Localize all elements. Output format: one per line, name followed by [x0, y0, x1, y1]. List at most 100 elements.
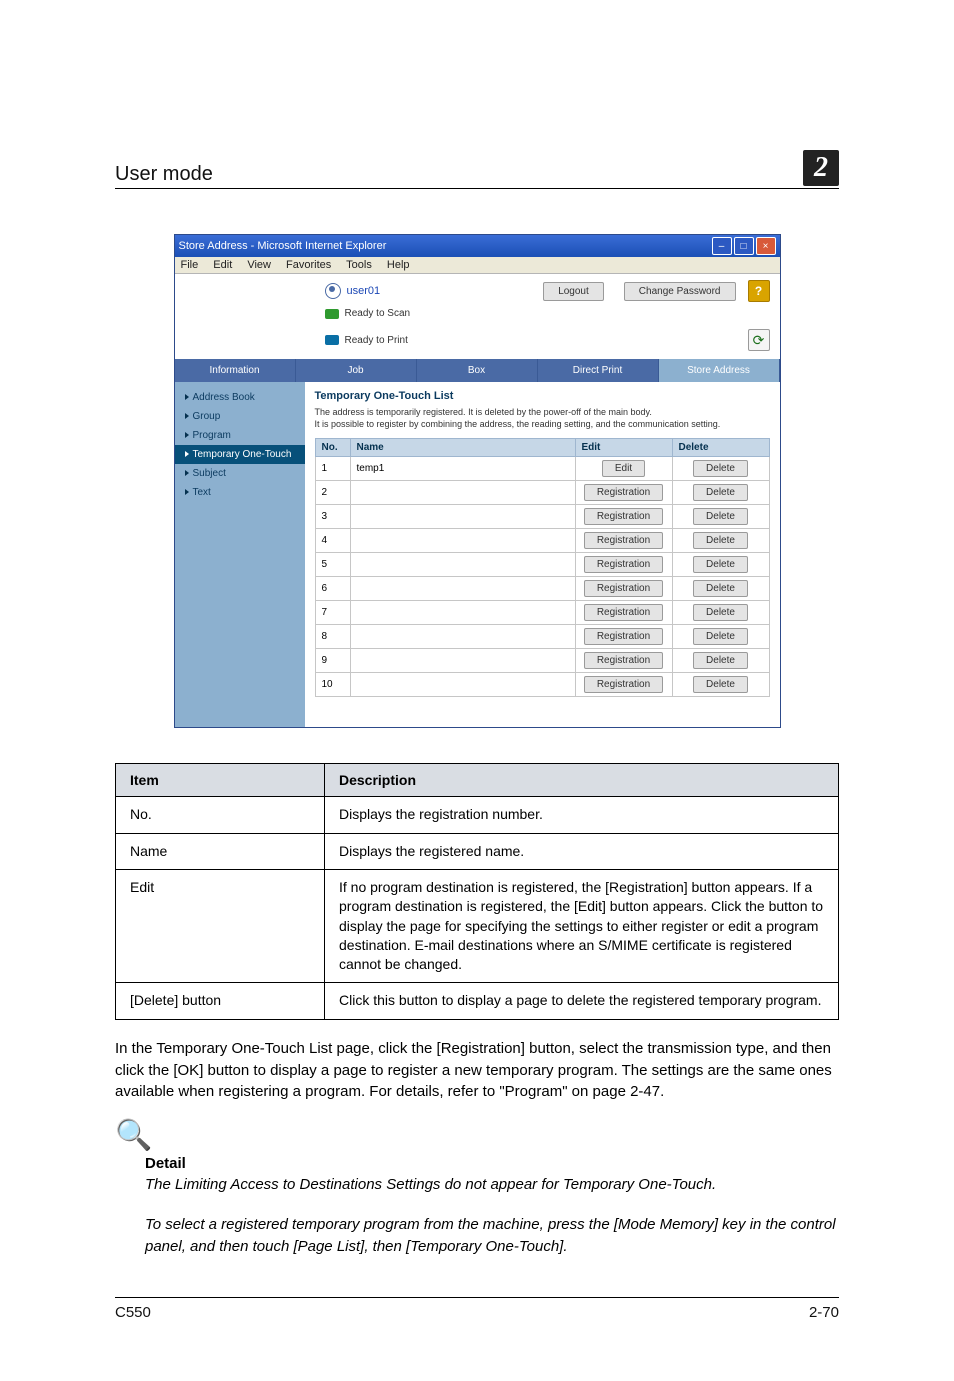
info-desc: Displays the registration number. [325, 797, 839, 833]
sidebar-item-text[interactable]: Text [175, 483, 305, 502]
table-row: 10 Registration Delete [315, 673, 769, 697]
row-edit-button[interactable]: Registration [584, 676, 663, 693]
cell-name [350, 553, 575, 577]
content-description: The address is temporarily registered. I… [315, 406, 770, 430]
cell-name [350, 649, 575, 673]
cell-name [350, 625, 575, 649]
change-password-button[interactable]: Change Password [624, 282, 736, 301]
footer-page: 2-70 [809, 1304, 839, 1321]
row-edit-button[interactable]: Registration [584, 532, 663, 549]
row-delete-button[interactable]: Delete [693, 676, 748, 693]
main-tabs: Information Job Box Direct Print Store A… [175, 359, 780, 382]
row-delete-button[interactable]: Delete [693, 460, 748, 477]
tab-job[interactable]: Job [296, 359, 417, 382]
sidebar-item-temp-one-touch[interactable]: Temporary One-Touch [175, 445, 305, 464]
browser-menubar: File Edit View Favorites Tools Help [175, 257, 780, 274]
info-row: [Delete] button Click this button to dis… [116, 983, 839, 1019]
tab-box[interactable]: Box [417, 359, 538, 382]
row-edit-button[interactable]: Registration [584, 508, 663, 525]
cell-no: 6 [315, 577, 350, 601]
window-maximize-button[interactable]: □ [734, 237, 754, 255]
tab-information[interactable]: Information [175, 359, 296, 382]
sidebar-item-subject[interactable]: Subject [175, 464, 305, 483]
row-delete-button[interactable]: Delete [693, 484, 748, 501]
table-row: 3RegistrationDelete [315, 505, 769, 529]
detail-heading: Detail [145, 1155, 839, 1172]
col-edit: Edit [575, 439, 672, 457]
row-delete-button[interactable]: Delete [693, 580, 748, 597]
info-row: No. Displays the registration number. [116, 797, 839, 833]
menu-edit[interactable]: Edit [213, 259, 232, 271]
menu-favorites[interactable]: Favorites [286, 259, 331, 271]
window-minimize-button[interactable]: – [712, 237, 732, 255]
sidebar-item-program[interactable]: Program [175, 426, 305, 445]
table-row: 8RegistrationDelete [315, 625, 769, 649]
sidebar-item-group[interactable]: Group [175, 407, 305, 426]
top-user-row: user01 Logout Change Password ? [175, 274, 780, 306]
ready-scan-icon [325, 309, 339, 319]
col-delete: Delete [672, 439, 769, 457]
sidebar-item-address-book[interactable]: Address Book [175, 388, 305, 407]
status-print-label: Ready to Print [345, 335, 408, 346]
user-name: user01 [347, 285, 381, 297]
row-delete-button[interactable]: Delete [693, 508, 748, 525]
menu-view[interactable]: View [247, 259, 271, 271]
help-icon[interactable]: ? [748, 280, 770, 302]
cell-no: 1 [315, 457, 350, 481]
cell-name [350, 481, 575, 505]
cell-name [350, 577, 575, 601]
row-edit-button[interactable]: Registration [584, 556, 663, 573]
table-row: 7RegistrationDelete [315, 601, 769, 625]
cell-no: 9 [315, 649, 350, 673]
content-desc-1: The address is temporarily registered. I… [315, 407, 652, 417]
footer-model: C550 [115, 1304, 151, 1321]
info-row: Edit If no program destination is regist… [116, 869, 839, 983]
tab-direct-print[interactable]: Direct Print [538, 359, 659, 382]
ready-print-icon [325, 335, 339, 345]
row-edit-button[interactable]: Edit [602, 460, 645, 477]
table-row: 9 Registration Delete [315, 649, 769, 673]
info-desc: Click this button to display a page to d… [325, 983, 839, 1019]
col-no: No. [315, 439, 350, 457]
cell-name [350, 673, 575, 697]
content-heading: Temporary One-Touch List [315, 390, 770, 402]
doc-info-table: Item Description No. Displays the regist… [115, 763, 839, 1020]
row-delete-button[interactable]: Delete [693, 556, 748, 573]
tab-store-address[interactable]: Store Address [659, 359, 780, 382]
menu-file[interactable]: File [181, 259, 199, 271]
table-row: 2 Registration Delete [315, 481, 769, 505]
info-item: Name [116, 833, 325, 869]
row-edit-button[interactable]: Registration [584, 628, 663, 645]
status-scan-label: Ready to Scan [345, 308, 411, 319]
row-delete-button[interactable]: Delete [693, 604, 748, 621]
cell-no: 10 [315, 673, 350, 697]
row-edit-button[interactable]: Registration [584, 604, 663, 621]
table-row: 4RegistrationDelete [315, 529, 769, 553]
content-area: Temporary One-Touch List The address is … [305, 382, 780, 727]
browser-window: Store Address - Microsoft Internet Explo… [174, 234, 781, 728]
info-head-desc: Description [325, 764, 839, 797]
menu-tools[interactable]: Tools [346, 259, 372, 271]
row-edit-button[interactable]: Registration [584, 484, 663, 501]
info-desc: Displays the registered name. [325, 833, 839, 869]
body-paragraph: In the Temporary One-Touch List page, cl… [115, 1038, 839, 1103]
cell-name [350, 505, 575, 529]
row-delete-button[interactable]: Delete [693, 652, 748, 669]
menu-help[interactable]: Help [387, 259, 410, 271]
cell-no: 2 [315, 481, 350, 505]
detail-paragraph-1: The Limiting Access to Destinations Sett… [145, 1174, 839, 1196]
row-edit-button[interactable]: Registration [584, 652, 663, 669]
section-title: User mode [115, 163, 213, 186]
chapter-badge: 2 [803, 150, 839, 186]
row-delete-button[interactable]: Delete [693, 628, 748, 645]
window-titlebar: Store Address - Microsoft Internet Explo… [175, 235, 780, 257]
window-close-button[interactable]: × [756, 237, 776, 255]
cell-name [350, 601, 575, 625]
user-icon [325, 283, 341, 299]
one-touch-table: No. Name Edit Delete 1temp1EditDelete2Re… [315, 438, 770, 697]
refresh-icon[interactable]: ⟳ [748, 329, 770, 351]
logout-button[interactable]: Logout [543, 282, 604, 301]
row-edit-button[interactable]: Registration [584, 580, 663, 597]
info-desc: If no program destination is registered,… [325, 869, 839, 983]
row-delete-button[interactable]: Delete [693, 532, 748, 549]
